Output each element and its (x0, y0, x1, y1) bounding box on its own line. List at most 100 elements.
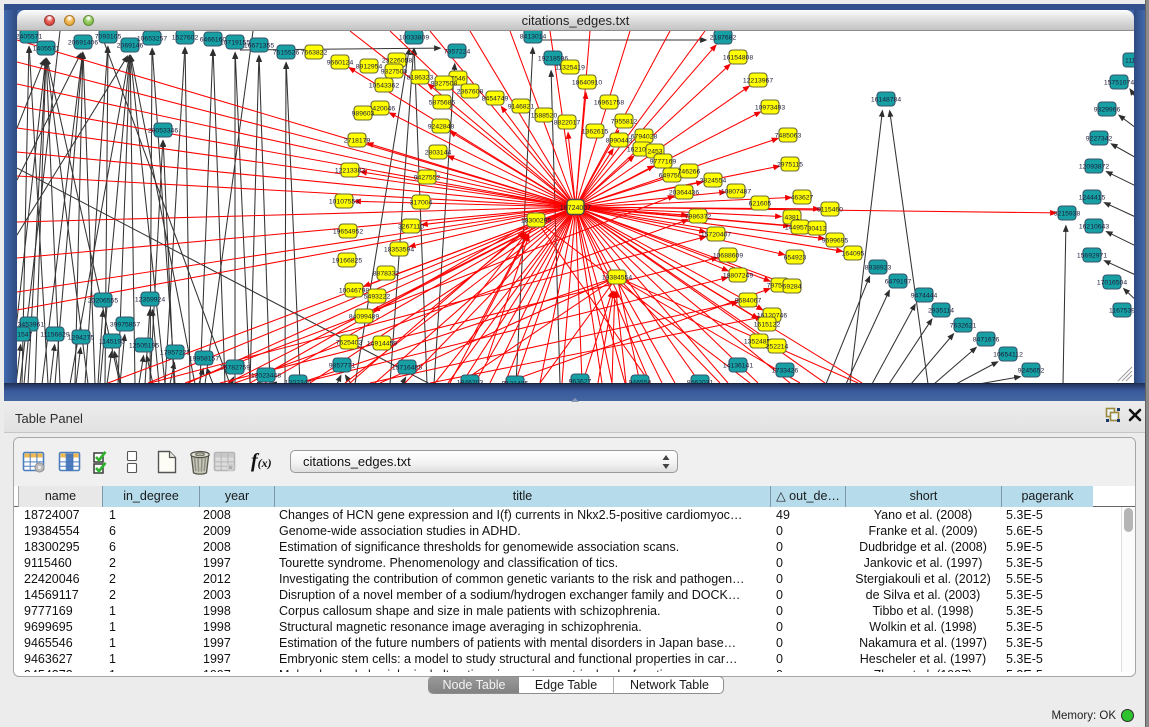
svg-text:252214: 252214 (766, 344, 789, 351)
svg-text:1733426: 1733426 (772, 368, 799, 375)
svg-text:12359924: 12359924 (135, 297, 165, 304)
svg-text:14914459: 14914459 (367, 341, 397, 348)
svg-text:9327508: 9327508 (431, 81, 458, 88)
svg-text:1846203: 1846203 (457, 380, 484, 383)
svg-text:18353594: 18353594 (384, 247, 414, 254)
svg-text:9329966: 9329966 (1094, 107, 1121, 114)
svg-text:15751074: 15751074 (1104, 80, 1134, 87)
svg-text:8990443: 8990443 (606, 138, 633, 145)
svg-text:1167539: 1167539 (1109, 308, 1134, 315)
svg-text:989603: 989603 (352, 111, 375, 118)
svg-text:621605: 621605 (749, 201, 772, 208)
svg-text:18807249: 18807249 (723, 273, 753, 280)
svg-text:9427552: 9427552 (414, 175, 441, 182)
svg-text:6794028: 6794028 (631, 134, 658, 141)
svg-text:3215938: 3215938 (1054, 211, 1081, 218)
svg-text:20206555: 20206555 (88, 298, 118, 305)
svg-text:3824554: 3824554 (700, 178, 727, 185)
svg-text:1294275: 1294275 (68, 335, 95, 342)
svg-text:1588520: 1588520 (531, 113, 558, 120)
svg-text:9115460: 9115460 (817, 207, 843, 214)
svg-text:9121485: 9121485 (502, 381, 529, 383)
svg-text:10807487: 10807487 (721, 189, 751, 196)
svg-text:17957225: 17957225 (160, 350, 190, 357)
svg-text:8938923: 8938923 (865, 265, 892, 272)
svg-text:391547: 391547 (17, 332, 33, 339)
svg-text:9684067: 9684067 (735, 298, 762, 305)
svg-text:39975857: 39975857 (110, 322, 140, 329)
svg-text:9227342: 9227342 (1086, 136, 1113, 143)
svg-text:7955812: 7955812 (611, 119, 638, 126)
svg-text:11325419: 11325419 (555, 65, 585, 72)
svg-text:10543362: 10543362 (369, 83, 399, 90)
svg-text:1405571: 1405571 (33, 46, 60, 53)
svg-text:19654952: 19654952 (333, 229, 363, 236)
svg-text:16961758: 16961758 (594, 100, 624, 107)
svg-text:18300295: 18300295 (521, 218, 551, 225)
svg-text:8878332: 8878332 (373, 271, 400, 278)
svg-text:17016504: 17016504 (1097, 280, 1127, 287)
svg-text:9857771: 9857771 (329, 363, 356, 370)
svg-text:18640910: 18640910 (572, 80, 602, 87)
svg-text:12213383: 12213383 (335, 168, 365, 175)
svg-text:317004: 317004 (410, 200, 433, 207)
svg-text:18724007: 18724007 (560, 205, 591, 212)
svg-text:8912954: 8912954 (356, 64, 383, 71)
svg-text:2405571: 2405571 (17, 34, 42, 41)
svg-text:11156829: 11156829 (40, 332, 69, 339)
svg-text:30412: 30412 (808, 226, 827, 233)
svg-text:9699695: 9699695 (822, 238, 849, 245)
svg-text:746266: 746266 (678, 169, 701, 176)
svg-text:14136141: 14136141 (723, 363, 753, 370)
svg-text:2069146: 2069146 (117, 43, 144, 50)
svg-text:2975115: 2975115 (777, 162, 803, 169)
svg-text:7357224: 7357224 (444, 49, 471, 56)
svg-text:16210643: 16210643 (1079, 224, 1109, 231)
svg-text:16782759: 16782759 (220, 365, 250, 372)
svg-text:7663822: 7663822 (301, 50, 328, 57)
svg-text:6479197: 6479197 (885, 279, 912, 286)
svg-text:5875685: 5875685 (429, 100, 456, 107)
svg-text:963627: 963627 (569, 379, 592, 383)
svg-text:9245652: 9245652 (1018, 368, 1045, 375)
svg-text:1244415: 1244415 (1079, 195, 1106, 202)
svg-text:2718179: 2718179 (344, 138, 371, 145)
svg-text:9327500: 9327500 (381, 69, 408, 76)
svg-text:9777169: 9777169 (650, 159, 677, 166)
svg-text:2187682: 2187682 (710, 35, 737, 42)
svg-text:9660124: 9660124 (327, 60, 354, 67)
svg-text:10973493: 10973493 (755, 105, 785, 112)
svg-text:15720407: 15720407 (701, 232, 731, 239)
svg-text:10033809: 10033809 (399, 35, 429, 42)
svg-text:19958157: 19958157 (189, 356, 219, 363)
svg-text:19166825: 19166825 (332, 258, 362, 265)
svg-text:1362615: 1362615 (582, 129, 609, 136)
svg-text:12505195: 12505195 (129, 343, 159, 350)
svg-text:12093872: 12093872 (1079, 164, 1109, 171)
svg-text:84099489: 84099489 (349, 314, 379, 321)
svg-text:20053346: 20053346 (148, 128, 178, 135)
svg-text:3267110: 3267110 (398, 224, 424, 231)
svg-text:8462031: 8462031 (687, 380, 714, 383)
svg-text:1202344: 1202344 (285, 380, 312, 383)
svg-text:9474444: 9474444 (911, 293, 938, 300)
svg-text:8186323: 8186323 (407, 75, 434, 82)
svg-text:7515526: 7515526 (273, 50, 300, 57)
svg-text:15716485: 15716485 (392, 365, 422, 372)
svg-text:8471676: 8471676 (973, 337, 1000, 344)
svg-text:654923: 654923 (784, 255, 807, 262)
svg-text:16148784: 16148784 (871, 97, 901, 104)
svg-text:10653257: 10653257 (137, 36, 167, 43)
svg-text:8822017: 8822017 (554, 120, 581, 127)
svg-text:463627: 463627 (791, 195, 814, 202)
svg-text:1112: 1112 (1125, 58, 1134, 65)
svg-text:8454749: 8454749 (482, 96, 509, 103)
svg-text:164095: 164095 (842, 251, 865, 258)
svg-text:20691406: 20691406 (68, 40, 98, 47)
svg-text:16154808: 16154808 (723, 55, 753, 62)
svg-text:10654112: 10654112 (993, 352, 1023, 359)
svg-text:2367608: 2367608 (457, 89, 484, 96)
svg-text:7485063: 7485063 (775, 133, 802, 140)
svg-text:9146821: 9146821 (508, 104, 535, 111)
svg-text:10688609: 10688609 (713, 253, 743, 260)
